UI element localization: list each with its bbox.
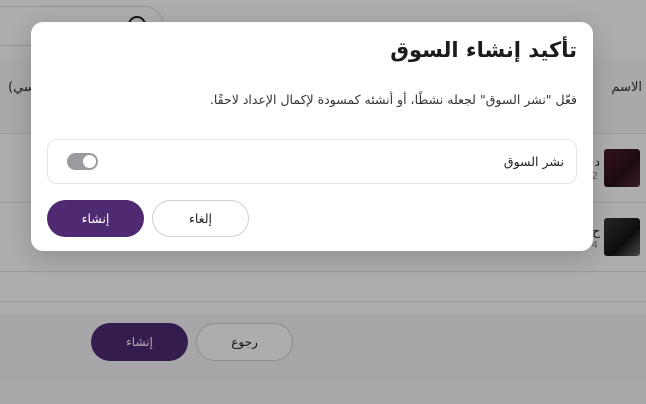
confirm-create-button[interactable]: إنشاء [47, 200, 144, 237]
toggle-knob [83, 155, 96, 168]
publish-market-row: نشر السوق [47, 139, 577, 184]
dialog-title: تأكيد إنشاء السوق [390, 38, 577, 62]
page: الاسم سي) د 2 ح 4 رجوع إنشاء تأكيد إنشاء… [0, 0, 646, 404]
publish-market-toggle[interactable] [67, 153, 98, 170]
cancel-button[interactable]: إلغاء [152, 200, 249, 237]
dialog-description: فعّل "نشر السوق" لجعله نشطًا، أو أنشئه ك… [209, 92, 577, 107]
publish-market-label: نشر السوق [503, 154, 564, 169]
confirm-create-market-dialog: تأكيد إنشاء السوق فعّل "نشر السوق" لجعله… [31, 22, 593, 251]
